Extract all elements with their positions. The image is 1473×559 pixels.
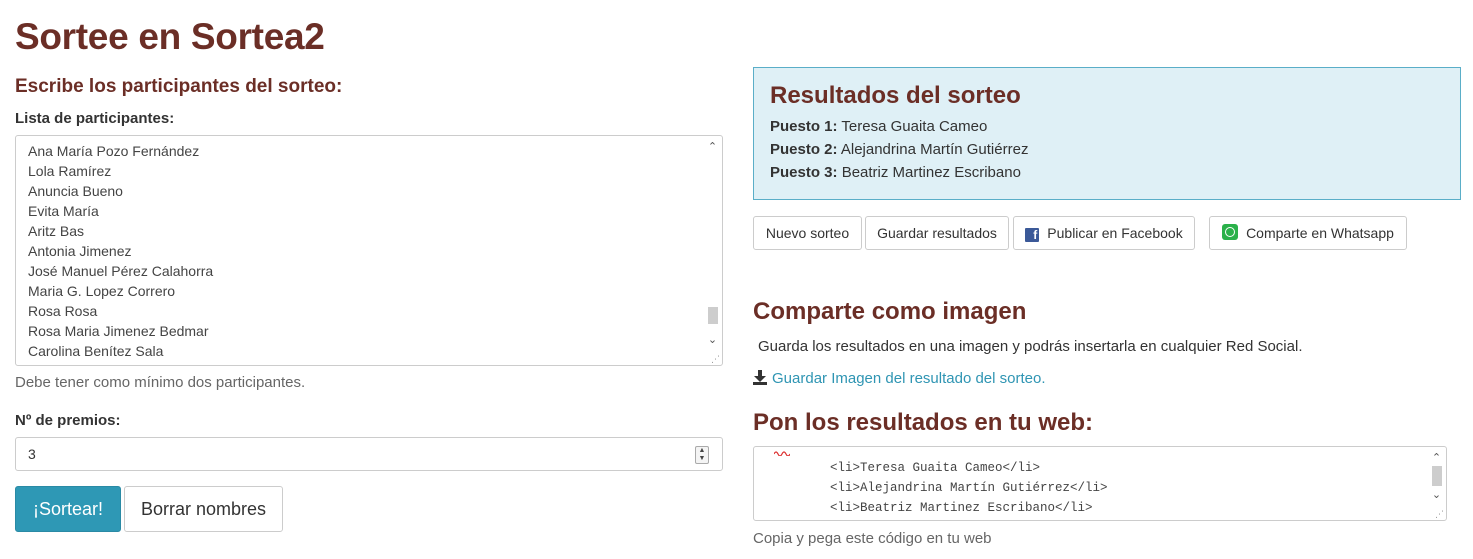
download-image-link-label: Guardar Imagen del resultado del sorteo.	[772, 370, 1046, 387]
scroll-down-icon[interactable]: ⌄	[1428, 487, 1445, 503]
whatsapp-icon	[1222, 224, 1239, 240]
page-title: Sortee en Sortea2	[15, 16, 325, 57]
facebook-icon: f	[1025, 228, 1040, 242]
result-position: Puesto 1:	[770, 118, 838, 135]
participants-scrollbar[interactable]: ⌃ ⌄	[704, 137, 721, 364]
share-image-description: Guarda los resultados en una imagen y po…	[758, 338, 1303, 355]
results-title: Resultados del sorteo	[770, 82, 1021, 109]
participant-line: Aritz Bas	[28, 223, 85, 239]
result-name: Beatriz Martinez Escribano	[841, 164, 1021, 181]
embed-code: <li>Teresa Guaita Cameo</li> <li>Alejandr…	[830, 458, 1108, 518]
result-entry: Puesto 2: Alejandrina Martín Gutiérrez	[770, 141, 1028, 158]
download-image-link[interactable]: Guardar Imagen del resultado del sorteo.	[753, 370, 1046, 387]
scroll-up-icon[interactable]: ⌃	[704, 139, 721, 155]
facebook-share-label: Publicar en Facebook	[1047, 225, 1183, 241]
participant-line: Ana María Pozo Fernández	[28, 143, 200, 159]
embed-code-line: <li>Teresa Guaita Cameo</li>	[830, 461, 1041, 475]
participant-line: Maria G. Lopez Correro	[28, 283, 176, 299]
copy-code-note: Copia y pega este código en tu web	[753, 530, 992, 547]
download-icon	[753, 370, 767, 385]
result-name: Alejandrina Martín Gutiérrez	[840, 141, 1029, 158]
participant-line: José Manuel Pérez Calahorra	[28, 263, 214, 279]
resize-grip-icon[interactable]: ⋰	[711, 354, 720, 364]
participant-line: Carolina Benítez Sala	[28, 343, 164, 359]
prizes-number-input[interactable]: 3 ▲ ▼	[15, 437, 723, 471]
result-name: Teresa Guaita Cameo	[841, 118, 988, 135]
result-entry: Puesto 3: Beatriz Martinez Escribano	[770, 164, 1021, 181]
prizes-value: 3	[28, 446, 36, 462]
embed-code-textarea[interactable]: <li>Teresa Guaita Cameo</li> <li>Alejandr…	[753, 446, 1447, 521]
result-position: Puesto 2:	[770, 141, 838, 158]
result-position: Puesto 3:	[770, 164, 838, 181]
participant-line: Evita María	[28, 203, 99, 219]
resize-grip-icon[interactable]: ⋰	[1435, 509, 1444, 519]
draw-button[interactable]: ¡Sortear!	[15, 486, 121, 532]
stepper-up-icon[interactable]: ▲	[696, 447, 708, 455]
whatsapp-share-label: Comparte en Whatsapp	[1246, 225, 1394, 241]
share-image-heading: Comparte como imagen	[753, 298, 1027, 325]
scrollbar-thumb[interactable]	[708, 307, 718, 324]
spellcheck-mark	[774, 451, 790, 456]
participant-line: Rosa Rosa	[28, 303, 98, 319]
scrollbar-thumb[interactable]	[1432, 466, 1442, 486]
stepper-down-icon[interactable]: ▼	[696, 455, 708, 463]
scroll-up-icon[interactable]: ⌃	[1428, 450, 1445, 466]
results-panel: Resultados del sorteo Puesto 1: Teresa G…	[753, 67, 1461, 200]
save-results-button[interactable]: Guardar resultados	[865, 216, 1009, 250]
whatsapp-share-button[interactable]: Comparte en Whatsapp	[1209, 216, 1407, 250]
participants-section-heading: Escribe los participantes del sorteo:	[15, 76, 343, 97]
embed-code-line: <li>Alejandrina Martín Gutiérrez</li>	[830, 481, 1108, 495]
participant-line: Anuncia Bueno	[28, 183, 123, 199]
new-draw-button[interactable]: Nuevo sorteo	[753, 216, 862, 250]
embed-code-line: <li>Beatriz Martinez Escribano</li>	[830, 501, 1093, 515]
result-entry: Puesto 1: Teresa Guaita Cameo	[770, 118, 987, 135]
participant-line: Lola Ramírez	[28, 163, 112, 179]
facebook-share-button[interactable]: f Publicar en Facebook	[1013, 216, 1195, 250]
clear-names-button[interactable]: Borrar nombres	[124, 486, 283, 532]
embed-heading: Pon los resultados en tu web:	[753, 409, 1094, 436]
participants-textarea[interactable]: Ana María Pozo Fernández Lola Ramírez Anun…	[15, 135, 723, 366]
participants-list: Ana María Pozo Fernández Lola Ramírez Anun…	[28, 141, 702, 361]
scroll-down-icon[interactable]: ⌄	[704, 332, 721, 348]
participants-list-label: Lista de participantes:	[15, 110, 175, 127]
prizes-label: Nº de premios:	[15, 412, 121, 429]
participant-line: Rosa Maria Jimenez Bedmar	[28, 323, 209, 339]
prizes-stepper[interactable]: ▲ ▼	[695, 446, 709, 464]
participants-help-text: Debe tener como mínimo dos participantes…	[15, 374, 306, 391]
participant-line: Antonia Jimenez	[28, 243, 132, 259]
